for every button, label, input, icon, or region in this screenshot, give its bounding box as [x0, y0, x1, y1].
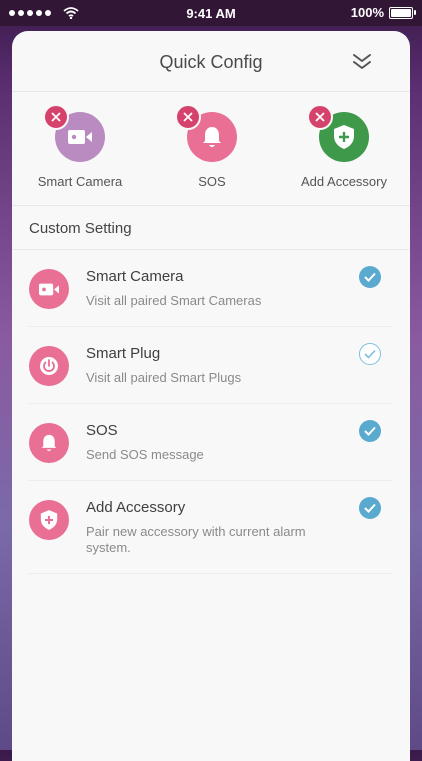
custom-setting-list: Smart Camera Visit all paired Smart Came…: [12, 250, 410, 574]
bell-icon: [203, 127, 221, 147]
remove-button[interactable]: [43, 104, 69, 130]
quick-item-label: SOS: [198, 174, 226, 189]
list-item-subtitle: Visit all paired Smart Cameras: [86, 293, 262, 308]
list-item-title: SOS: [86, 422, 118, 439]
list-item-subtitle: Pair new accessory with current alarm sy…: [86, 524, 306, 555]
list-item-icon: [29, 423, 69, 463]
remove-button[interactable]: [175, 104, 201, 130]
battery-status: 100%: [350, 5, 416, 20]
close-icon: [183, 112, 193, 122]
power-icon: [40, 357, 58, 375]
remove-button[interactable]: [307, 104, 333, 130]
list-item-subtitle: Visit all paired Smart Plugs: [86, 370, 242, 385]
checkbox-unchecked[interactable]: [359, 343, 381, 365]
quick-item-icon: [307, 104, 369, 162]
close-icon: [51, 112, 61, 122]
section-title: Custom Setting: [29, 220, 132, 237]
section-heading: Custom Setting: [12, 206, 410, 250]
quick-items-row: Smart Camera SOS Add Accessory: [12, 92, 410, 206]
chevron-double-down-icon[interactable]: [350, 50, 374, 74]
quick-item-icon: [43, 104, 105, 162]
list-item-smart-camera[interactable]: Smart Camera Visit all paired Smart Came…: [12, 250, 410, 327]
list-item-smart-plug[interactable]: Smart Plug Visit all paired Smart Plugs: [12, 327, 410, 404]
list-item-icon: [29, 500, 69, 540]
checkmark-icon: [364, 349, 376, 359]
checkbox-checked[interactable]: [359, 420, 381, 442]
list-item-icon: [29, 346, 69, 386]
list-item-subtitle: Send SOS message: [86, 447, 204, 462]
checkmark-icon: [364, 503, 376, 513]
shield-plus-icon: [40, 510, 58, 530]
list-item-title: Smart Camera: [86, 268, 184, 285]
quick-item-sos[interactable]: SOS: [152, 104, 272, 189]
shield-plus-icon: [334, 125, 354, 149]
quick-item-icon: [175, 104, 237, 162]
close-icon: [315, 112, 325, 122]
list-item-add-accessory[interactable]: Add Accessory Pair new accessory with cu…: [12, 481, 410, 574]
list-item-sos[interactable]: SOS Send SOS message: [12, 404, 410, 481]
video-camera-icon: [39, 283, 59, 295]
checkbox-checked[interactable]: [359, 497, 381, 519]
checkmark-icon: [364, 272, 376, 282]
list-item-icon: [29, 269, 69, 309]
quick-config-sheet: Quick Config Smart Camera SOS Add Access…: [12, 31, 410, 761]
video-camera-icon: [68, 130, 92, 144]
bell-icon: [41, 434, 57, 452]
sheet-header: Quick Config: [12, 31, 410, 92]
quick-item-label: Smart Camera: [37, 174, 123, 189]
checkmark-icon: [364, 426, 376, 436]
checkbox-checked[interactable]: [359, 266, 381, 288]
quick-item-add-accessory[interactable]: Add Accessory: [284, 104, 404, 189]
quick-item-label: Add Accessory: [301, 174, 387, 189]
status-bar: 9:41 AM 100%: [0, 0, 422, 26]
quick-item-smart-camera[interactable]: Smart Camera: [20, 104, 140, 189]
list-item-title: Add Accessory: [86, 499, 186, 516]
battery-icon: [389, 6, 416, 19]
list-item-title: Smart Plug: [86, 345, 161, 362]
battery-percent: 100%: [350, 5, 384, 20]
